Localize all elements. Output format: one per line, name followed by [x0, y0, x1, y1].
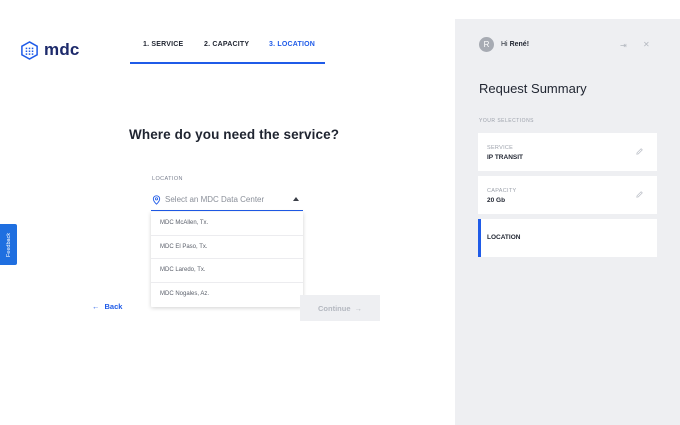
- step-progress-bar: [130, 62, 325, 64]
- user-name: René!: [509, 41, 530, 48]
- summary-card-capacity: CAPACITY 20 Gb: [478, 176, 657, 214]
- summary-card-key: CAPACITY: [487, 188, 517, 194]
- pencil-icon[interactable]: [635, 147, 644, 156]
- pencil-icon[interactable]: [635, 190, 644, 199]
- back-label: Back: [104, 302, 123, 311]
- summary-card-service: SERVICE IP TRANSIT: [478, 133, 657, 171]
- tab-service[interactable]: 1. SERVICE: [143, 37, 183, 48]
- back-button[interactable]: ← Back: [92, 302, 122, 311]
- caret-up-icon[interactable]: [293, 197, 299, 201]
- continue-label: Continue: [318, 303, 351, 313]
- location-dropdown: MDC McAllen, Tx. MDC El Paso, Tx. MDC La…: [151, 212, 303, 307]
- feedback-label: Feedback: [5, 232, 12, 257]
- logo[interactable]: mdc: [20, 40, 80, 60]
- summary-card-value: LOCATION: [487, 234, 521, 241]
- collapse-panel-icon[interactable]: ⇥: [620, 41, 627, 50]
- location-select[interactable]: Select an MDC Data Center: [151, 189, 303, 211]
- tab-capacity[interactable]: 2. CAPACITY: [204, 37, 249, 48]
- request-summary-panel: R Hi René! ⇥ ✕ Request Summary YOUR SELE…: [455, 19, 680, 425]
- logo-text: mdc: [44, 40, 80, 59]
- page-question: Where do you need the service?: [129, 127, 340, 142]
- continue-button[interactable]: Continue →: [300, 295, 380, 321]
- location-option[interactable]: MDC Nogales, Az.: [151, 283, 303, 307]
- greeting: Hi René!: [501, 41, 529, 48]
- location-option[interactable]: MDC McAllen, Tx.: [151, 212, 303, 236]
- summary-card-key: SERVICE: [487, 145, 514, 151]
- step-tabs: 1. SERVICE 2. CAPACITY 3. LOCATION: [130, 37, 325, 64]
- logo-icon: [21, 40, 38, 60]
- arrow-right-icon: →: [354, 303, 363, 313]
- summary-card-location: LOCATION: [478, 219, 657, 257]
- summary-title: Request Summary: [479, 81, 587, 96]
- greeting-text: Hi: [501, 41, 508, 48]
- close-icon[interactable]: ✕: [643, 40, 650, 49]
- location-option[interactable]: MDC Laredo, Tx.: [151, 259, 303, 283]
- location-pin-icon: [152, 194, 161, 205]
- location-select-placeholder: Select an MDC Data Center: [165, 195, 265, 204]
- selections-label: YOUR SELECTIONS: [479, 118, 535, 124]
- summary-card-value: IP TRANSIT: [487, 154, 523, 161]
- tab-location[interactable]: 3. LOCATION: [269, 37, 315, 48]
- feedback-tab[interactable]: Feedback: [0, 224, 17, 265]
- arrow-left-icon: ←: [92, 302, 100, 311]
- avatar[interactable]: R: [479, 37, 494, 52]
- location-option[interactable]: MDC El Paso, Tx.: [151, 236, 303, 259]
- location-field-label: LOCATION: [152, 176, 183, 182]
- summary-card-value: 20 Gb: [487, 197, 506, 204]
